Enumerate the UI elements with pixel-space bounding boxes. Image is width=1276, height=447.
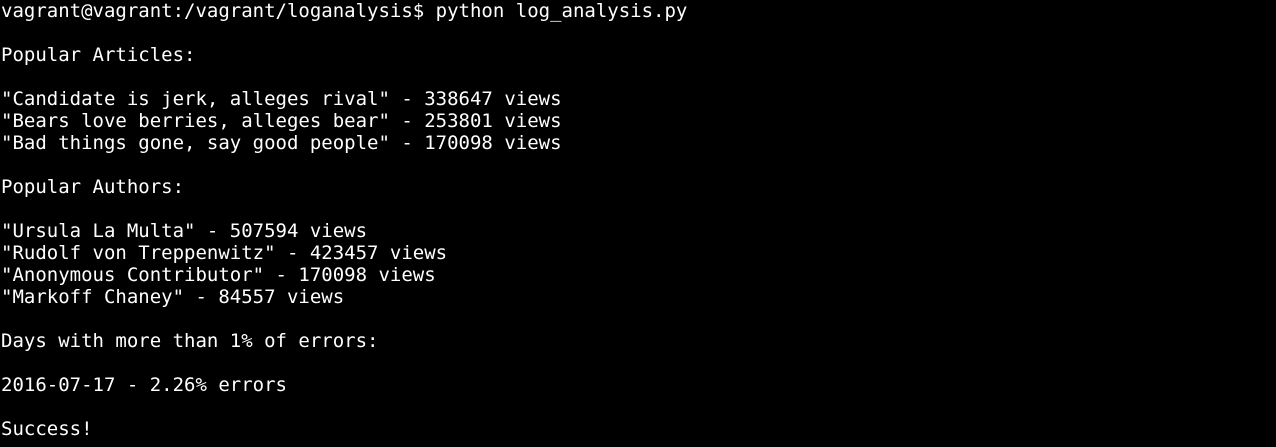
success-message: Success! bbox=[1, 418, 93, 440]
errors-heading: Days with more than 1% of errors: bbox=[1, 330, 379, 352]
author-line: "Rudolf von Treppenwitz" - 423457 views bbox=[1, 242, 448, 264]
author-line: "Ursula La Multa" - 507594 views bbox=[1, 220, 368, 242]
authors-heading: Popular Authors: bbox=[1, 176, 185, 198]
command-prompt-line: vagrant@vagrant:/vagrant/loganalysis$ py… bbox=[1, 0, 688, 22]
article-line: "Bears love berries, alleges bear" - 253… bbox=[1, 110, 562, 132]
terminal-window[interactable]: vagrant@vagrant:/vagrant/loganalysis$ py… bbox=[0, 0, 1276, 447]
error-day-line: 2016-07-17 - 2.26% errors bbox=[1, 374, 287, 396]
author-line: "Anonymous Contributor" - 170098 views bbox=[1, 264, 436, 286]
article-line: "Bad things gone, say good people" - 170… bbox=[1, 132, 562, 154]
articles-heading: Popular Articles: bbox=[1, 44, 196, 66]
author-line: "Markoff Chaney" - 84557 views bbox=[1, 286, 345, 308]
article-line: "Candidate is jerk, alleges rival" - 338… bbox=[1, 88, 562, 110]
